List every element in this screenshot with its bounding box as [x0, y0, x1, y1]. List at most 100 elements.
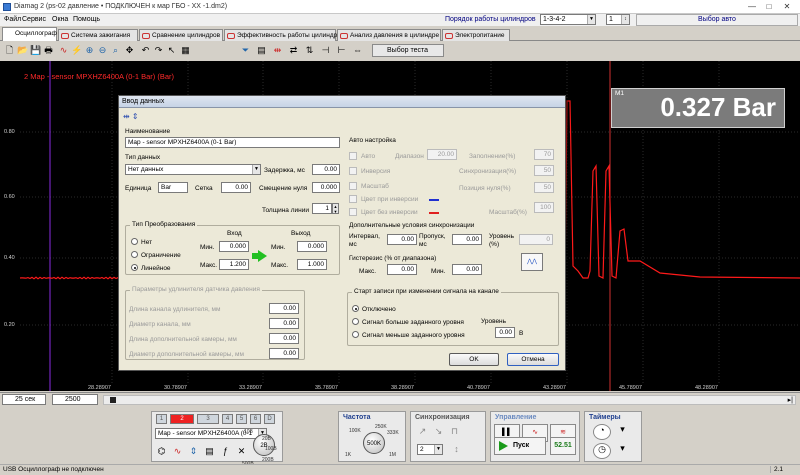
sync-fall-icon[interactable]: ↘: [433, 426, 444, 437]
select-auto-button[interactable]: Выбор авто: [636, 14, 798, 26]
tab-oscilloscope[interactable]: Осциллограф: [2, 27, 57, 41]
skip-input[interactable]: 0.00: [452, 234, 482, 245]
channel-button-2[interactable]: 2: [170, 414, 194, 424]
delay-input[interactable]: 0.00: [312, 164, 340, 175]
print-icon[interactable]: 🖶: [43, 45, 54, 56]
zoom-area-icon[interactable]: ⌕: [110, 45, 121, 56]
zoom-in-icon[interactable]: ⊕: [84, 45, 95, 56]
menu-help[interactable]: Помощь: [73, 16, 100, 23]
filter-icon[interactable]: ⏷: [240, 45, 251, 56]
chevron-down-icon[interactable]: ▾: [617, 443, 628, 454]
interval-input[interactable]: 0.00: [387, 234, 417, 245]
undo-icon[interactable]: ↶: [140, 45, 151, 56]
color-normal-checkbox[interactable]: [349, 208, 357, 216]
color-normal-swatch[interactable]: [429, 212, 439, 214]
channel-button-4[interactable]: 4: [222, 414, 233, 424]
fill-input[interactable]: 70: [534, 149, 554, 160]
extension-length-input[interactable]: 0.00: [269, 303, 299, 314]
table-icon[interactable]: ▤: [256, 45, 267, 56]
tab-power-supply[interactable]: Электропитание: [442, 29, 510, 41]
spread-icon[interactable]: ⇄: [288, 45, 299, 56]
cylinder-order-select[interactable]: 1-3-4-2 ▼: [540, 14, 596, 25]
auto-checkbox[interactable]: [349, 152, 357, 160]
timebase-select[interactable]: 25 сек: [2, 394, 46, 405]
tab-cylinder-compare[interactable]: Сравнение цилиндров: [139, 29, 223, 41]
menu-file[interactable]: Файл: [4, 16, 21, 23]
invert-icon[interactable]: ⇕: [188, 446, 199, 457]
color-inverted-checkbox[interactable]: [349, 195, 357, 203]
close-button[interactable]: ✕: [780, 1, 794, 12]
line-width-input[interactable]: 1: [312, 203, 332, 214]
sync-preview-icon[interactable]: ⋀⋀: [521, 253, 543, 271]
trigger-icon[interactable]: ⚡: [71, 45, 82, 56]
channel-button-3[interactable]: 3: [197, 414, 219, 424]
record-below-radio[interactable]: [352, 331, 359, 338]
sync-percent-input[interactable]: 50: [534, 165, 554, 176]
hysteresis-max-input[interactable]: 0.00: [387, 264, 417, 275]
measure-icon[interactable]: ⇔: [352, 45, 363, 56]
redo-icon[interactable]: ↷: [153, 45, 164, 56]
channel-close-icon[interactable]: ✕: [236, 446, 247, 457]
cancel-button[interactable]: Отмена: [507, 353, 559, 366]
channel-wave-icon[interactable]: ∿: [58, 45, 69, 56]
zero-position-input[interactable]: 50: [534, 182, 554, 193]
line-width-spin[interactable]: ▲ ▼: [332, 203, 339, 214]
chamber-diameter-input[interactable]: 0.00: [269, 348, 299, 359]
menu-service[interactable]: Сервис: [22, 16, 46, 23]
output-max-field[interactable]: 1.000: [297, 259, 327, 270]
samples-select[interactable]: 2500: [52, 394, 98, 405]
output-min-field[interactable]: 0.000: [297, 241, 327, 252]
probe-icon[interactable]: ⌬: [156, 446, 167, 457]
open-file-icon[interactable]: 📂: [17, 45, 28, 56]
record-level-input[interactable]: 0.00: [495, 327, 515, 338]
scale-percent-input[interactable]: 100: [534, 202, 554, 213]
marker-right-icon[interactable]: ⊢: [336, 45, 347, 56]
minimize-button[interactable]: —: [745, 1, 759, 12]
sync-single-icon[interactable]: ⊓: [449, 426, 460, 437]
align-icon[interactable]: ⇅: [304, 45, 315, 56]
record-above-radio[interactable]: [352, 318, 359, 325]
chamber-length-input[interactable]: 0.00: [269, 333, 299, 344]
channel-diameter-input[interactable]: 0.00: [269, 318, 299, 329]
stopwatch-icon[interactable]: ◷: [593, 443, 611, 459]
range-input[interactable]: 20.00: [427, 149, 457, 160]
tab-pressure-analysis[interactable]: Анализ давления в цилиндре: [337, 29, 441, 41]
channel-button-6[interactable]: 6: [250, 414, 261, 424]
save-icon[interactable]: 💾: [30, 45, 41, 56]
new-file-icon[interactable]: 🗋: [4, 45, 15, 56]
function-icon[interactable]: ƒ: [220, 446, 231, 457]
tab-ignition[interactable]: Система зажигания: [58, 29, 138, 41]
menu-windows[interactable]: Окна: [52, 16, 68, 23]
grid-input[interactable]: 0.00: [221, 182, 251, 193]
start-button[interactable]: Пуск: [494, 437, 546, 455]
maximize-button[interactable]: □: [762, 1, 776, 12]
data-type-select[interactable]: Нет данных ▼: [125, 164, 261, 175]
dialog-toolbar-icons[interactable]: ⇹ ⇕: [123, 112, 139, 121]
sync-level-icon[interactable]: ↕: [451, 444, 462, 455]
zero-offset-input[interactable]: 0.000: [312, 182, 340, 193]
scale-checkbox[interactable]: [349, 182, 357, 190]
channel-button-1[interactable]: 1: [156, 414, 167, 424]
level-percent-input[interactable]: 0: [519, 234, 553, 245]
hysteresis-min-input[interactable]: 0.00: [452, 264, 482, 275]
channel-button-5[interactable]: 5: [236, 414, 247, 424]
frequency-knob[interactable]: 500K: [363, 432, 385, 454]
tab-cylinder-efficiency[interactable]: Эффективность работы цилиндров: [224, 29, 344, 41]
cylinder-number-spin[interactable]: 1 ↕: [606, 14, 630, 25]
name-input[interactable]: Map - sensor MPXHZ6400A (0-1 Bar): [125, 137, 340, 148]
channel-button-d[interactable]: D: [264, 414, 275, 424]
scroll-thumb[interactable]: [110, 397, 116, 403]
marker-left-icon[interactable]: ⊣: [320, 45, 331, 56]
color-inverted-swatch[interactable]: [429, 199, 439, 201]
ok-button[interactable]: OK: [449, 353, 499, 366]
sync-rise-icon[interactable]: ↗: [417, 426, 428, 437]
wave-settings-icon[interactable]: ∿: [172, 446, 183, 457]
pan-icon[interactable]: ✥: [124, 45, 135, 56]
select-test-button[interactable]: Выбор теста: [372, 44, 444, 57]
sync-channel-select[interactable]: 2 ▼: [417, 444, 443, 455]
timer-icon[interactable]: ◔: [593, 424, 611, 440]
scroll-end-icon[interactable]: ▸|: [788, 396, 793, 404]
grid-icon[interactable]: ▦: [180, 45, 191, 56]
inversion-checkbox[interactable]: [349, 167, 357, 175]
transform-limit-radio[interactable]: [131, 251, 138, 258]
